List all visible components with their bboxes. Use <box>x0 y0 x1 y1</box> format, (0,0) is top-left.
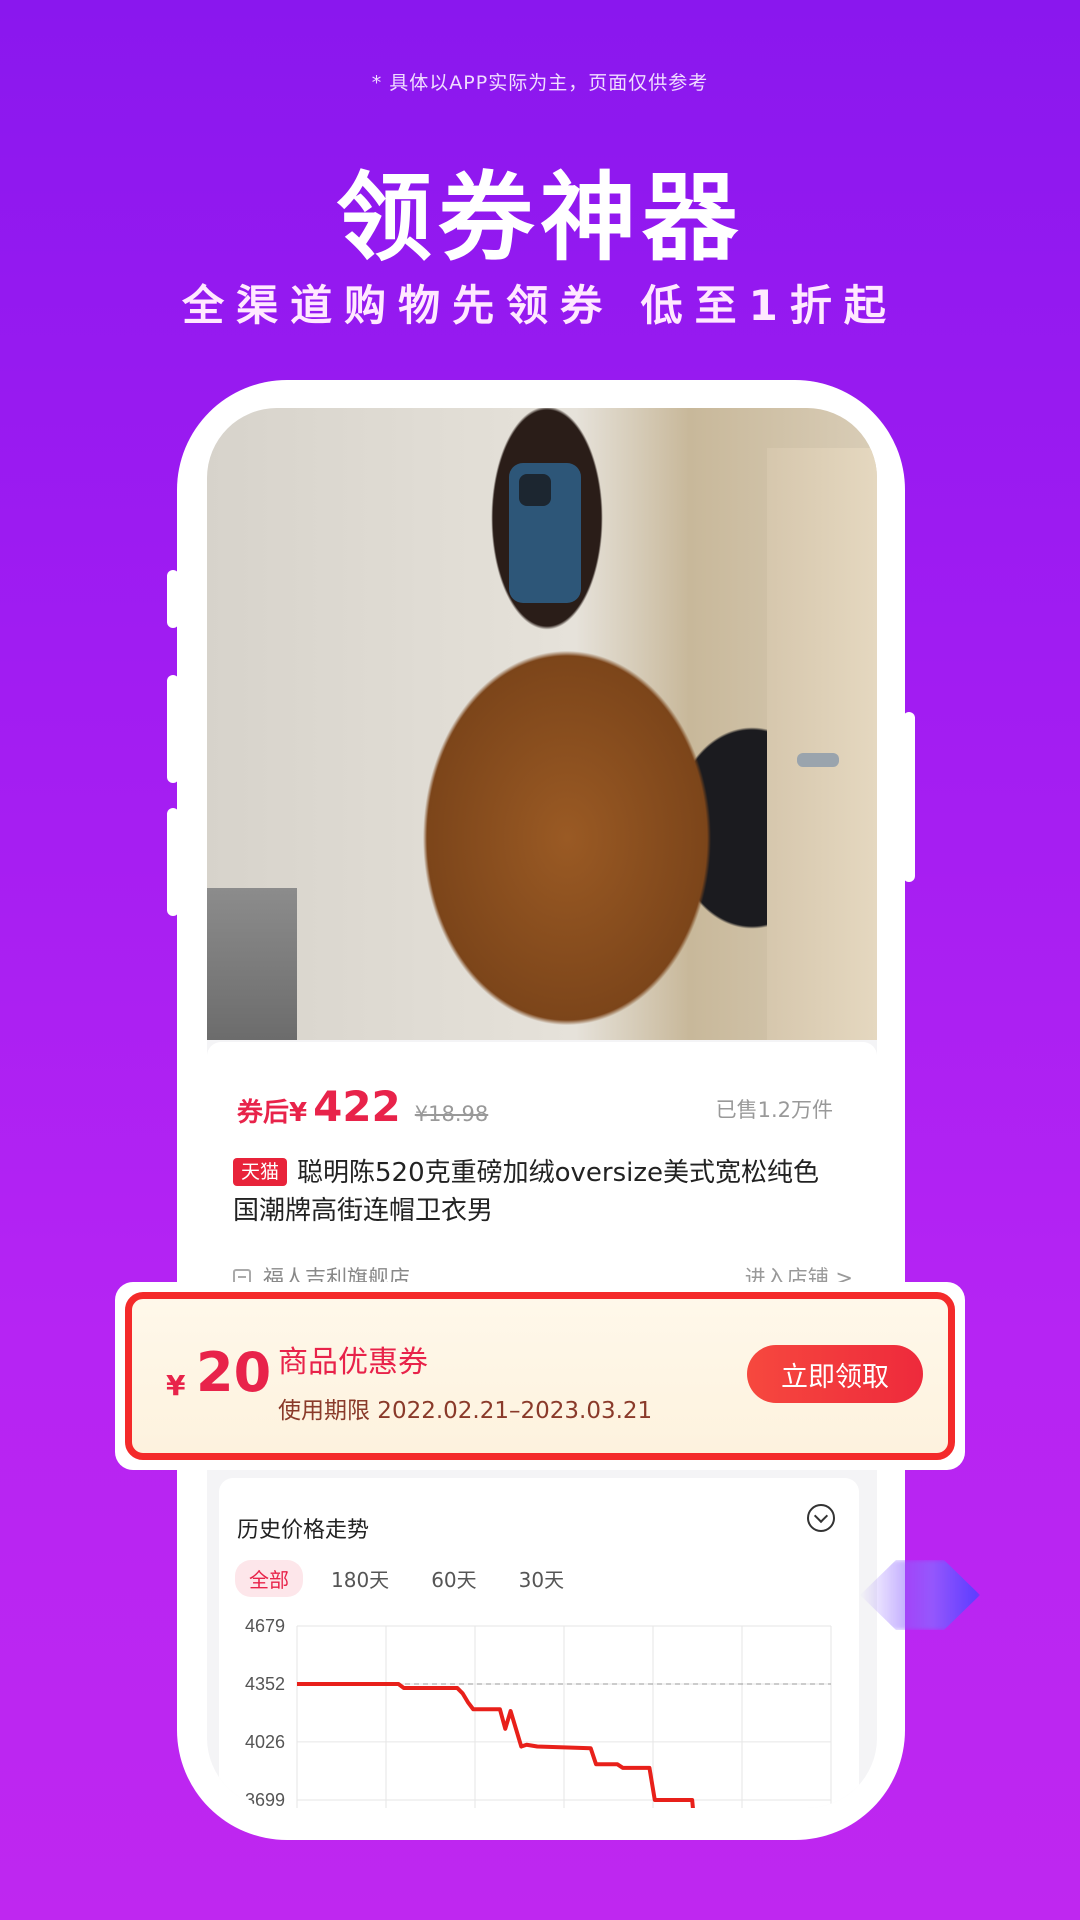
y-tick-label: 4352 <box>245 1674 285 1694</box>
product-title-block[interactable]: 天猫 聪明陈520克重磅加绒oversize美式宽松纯色国潮牌高街连帽卫衣男 <box>233 1154 843 1230</box>
coupon-currency: ¥ <box>166 1369 186 1402</box>
coupon-name: 商品优惠券 <box>278 1345 428 1380</box>
photo-camera <box>519 474 551 506</box>
y-tick-label: 4679 <box>245 1616 285 1636</box>
coupon-card: ¥ 20 商品优惠券 使用期限 2022.02.21–2023.03.21 立即… <box>125 1292 955 1460</box>
price-row: 券后¥ 422 ¥18.98 <box>237 1082 488 1131</box>
disclaimer-text: * 具体以APP实际为主，页面仅供参考 <box>371 72 709 94</box>
price-chart: 46794352402636993372 <box>245 1616 832 1808</box>
y-tick-label: 3699 <box>245 1790 285 1808</box>
claim-coupon-button[interactable]: 立即领取 <box>747 1345 923 1403</box>
photo-door-handle <box>797 753 839 767</box>
tab-30-days[interactable]: 30天 <box>505 1560 578 1597</box>
sold-count: 已售1.2万件 <box>715 1098 833 1122</box>
original-price: ¥18.98 <box>414 1102 489 1126</box>
product-title: 聪明陈520克重磅加绒oversize美式宽松纯色国潮牌高街连帽卫衣男 <box>233 1158 820 1226</box>
price-prefix: 券后¥ <box>237 1098 308 1128</box>
photo-door <box>767 448 877 1040</box>
photo-stairs <box>207 888 297 1040</box>
range-tabs: 全部 180天 60天 30天 <box>235 1560 578 1597</box>
price-history-card: 历史价格走势 全部 180天 60天 30天 4679 4352 4026 3699 3… <box>219 1478 859 1808</box>
product-card: 券后¥ 422 ¥18.98 已售1.2万件 天猫 聪明陈520克重磅加绒over… <box>207 1042 877 1302</box>
coupon-price: 422 <box>313 1082 401 1131</box>
tab-60-days[interactable]: 60天 <box>417 1560 490 1597</box>
platform-badge: 天猫 <box>233 1158 288 1186</box>
hero-subtitle: 全渠道购物先领券 低至1折起 <box>182 281 898 330</box>
hero-title: 领券神器 <box>336 162 744 274</box>
phone-screen: 券后¥ 422 ¥18.98 已售1.2万件 天猫 聪明陈520克重磅加绒over… <box>207 408 877 1808</box>
y-tick-label: 4026 <box>245 1732 285 1752</box>
tab-180-days[interactable]: 180天 <box>317 1560 403 1597</box>
coupon-amount: 20 <box>196 1341 272 1404</box>
price-history-title: 历史价格走势 <box>237 1518 370 1543</box>
tab-all[interactable]: 全部 <box>235 1560 303 1597</box>
chevron-down-icon[interactable] <box>807 1504 835 1532</box>
coupon-validity: 使用期限 2022.02.21–2023.03.21 <box>278 1398 653 1424</box>
price-line <box>297 1682 695 1808</box>
product-image[interactable] <box>207 408 877 1040</box>
